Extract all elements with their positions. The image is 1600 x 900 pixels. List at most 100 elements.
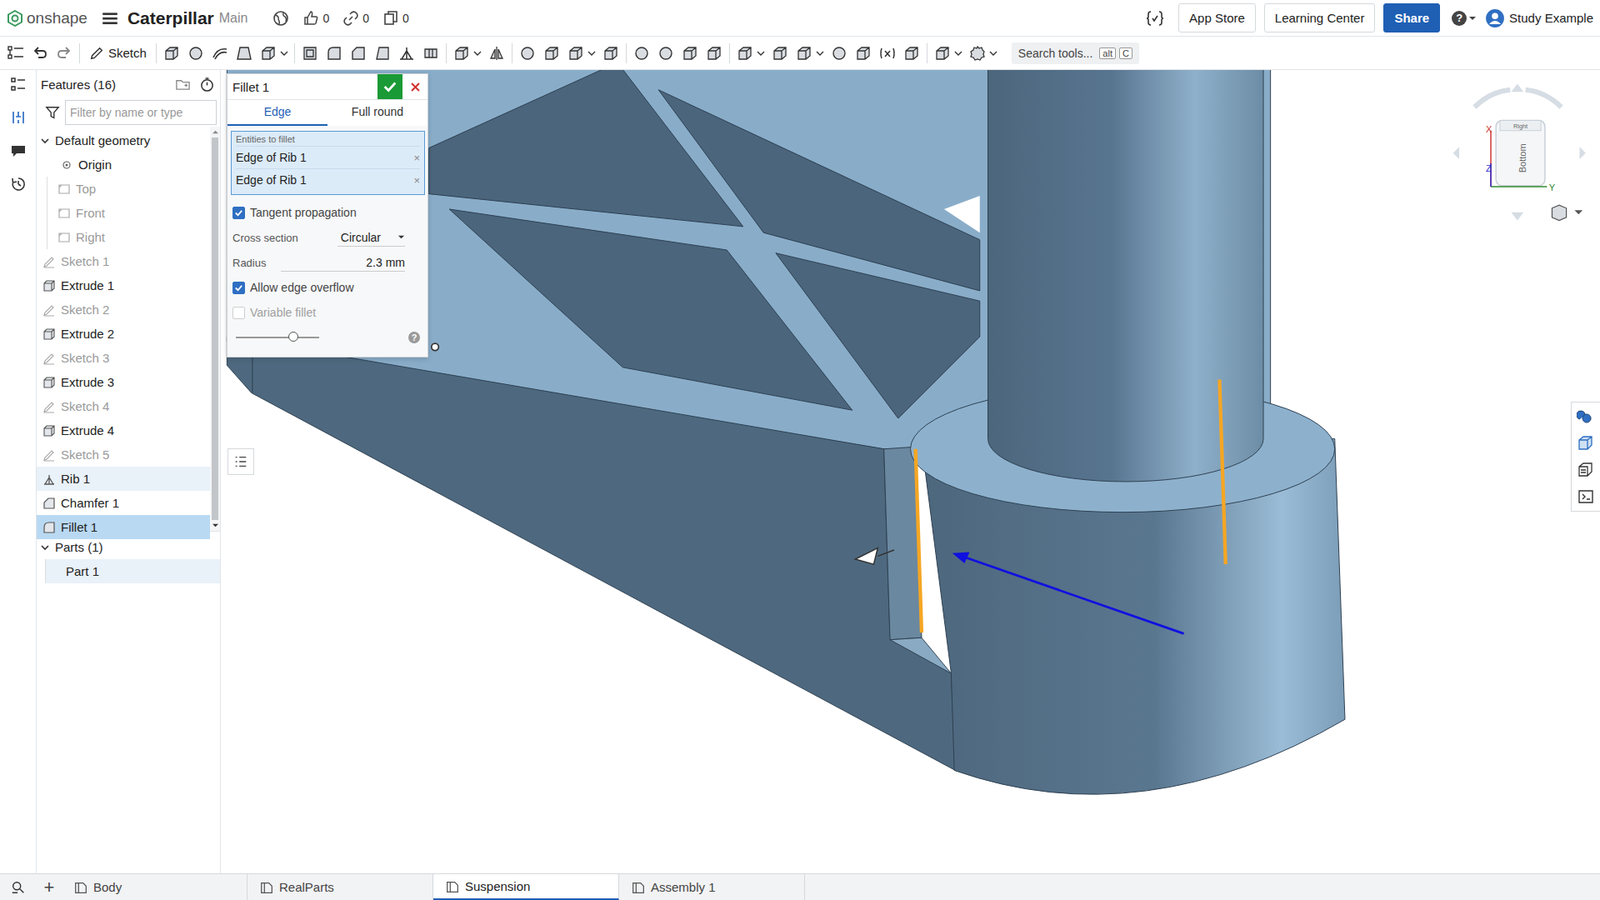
- tool-icon[interactable]: [421, 44, 440, 63]
- tool-icon[interactable]: [601, 44, 620, 63]
- checkbox-row[interactable]: Variable fillet: [230, 300, 425, 325]
- tool-icon[interactable]: [518, 44, 537, 63]
- entity-row[interactable]: Edge of Rib 1×: [235, 168, 420, 191]
- feature-list-icon[interactable]: [6, 44, 25, 63]
- tool-icon[interactable]: [878, 44, 897, 63]
- tool-icon[interactable]: [566, 44, 585, 63]
- tool-dropdown-icon[interactable]: [756, 49, 765, 58]
- sketch-button[interactable]: Sketch: [85, 45, 150, 61]
- filter-input[interactable]: Filter by name or type: [65, 100, 217, 125]
- panel-toggle-icon[interactable]: [9, 108, 28, 127]
- tool-icon[interactable]: [259, 44, 278, 63]
- manipulator-arrow[interactable]: [855, 548, 878, 565]
- counter[interactable]: 0: [302, 10, 330, 27]
- document-tab[interactable]: Body: [61, 874, 248, 900]
- tool-dropdown-icon[interactable]: [815, 49, 825, 58]
- feature-item[interactable]: Sketch 4: [36, 394, 210, 419]
- tool-icon[interactable]: [210, 44, 230, 63]
- remove-entity-button[interactable]: ×: [413, 174, 420, 187]
- tool-dropdown-icon[interactable]: [473, 49, 482, 58]
- tool-icon[interactable]: [397, 44, 416, 63]
- scroll-thumb[interactable]: [211, 137, 219, 520]
- appearance-icon[interactable]: [1576, 487, 1595, 506]
- add-tab-button[interactable]: +: [36, 874, 62, 900]
- tool-icon[interactable]: [705, 44, 724, 63]
- hamburger-menu-icon[interactable]: [100, 9, 120, 28]
- feature-item[interactable]: Sketch 2: [36, 297, 210, 322]
- selected-edge[interactable]: [915, 449, 922, 633]
- tool-icon[interactable]: [968, 44, 987, 63]
- feature-item[interactable]: Rib 1: [36, 466, 210, 491]
- tool-icon[interactable]: [830, 44, 849, 63]
- tool-dropdown-icon[interactable]: [954, 49, 963, 58]
- tool-icon[interactable]: [632, 44, 651, 63]
- top-button[interactable]: Learning Center: [1264, 3, 1376, 33]
- redo-icon[interactable]: [55, 44, 74, 63]
- cross-section-select[interactable]: Circular: [337, 229, 405, 247]
- entities-box[interactable]: Entities to filletEdge of Rib 1×Edge of …: [230, 130, 425, 195]
- tool-icon[interactable]: [349, 44, 368, 63]
- feature-item[interactable]: Sketch 3: [36, 345, 210, 370]
- feature-item[interactable]: Top: [46, 176, 210, 201]
- tool-icon[interactable]: [235, 44, 254, 63]
- feature-item[interactable]: Extrude 2: [36, 321, 210, 346]
- tool-icon[interactable]: [452, 44, 471, 63]
- help-menu[interactable]: ?: [1451, 10, 1477, 26]
- help-button[interactable]: ?: [408, 331, 420, 344]
- direction-arrow[interactable]: [952, 551, 1185, 634]
- counter[interactable]: 0: [342, 10, 370, 27]
- brand[interactable]: onshape: [6, 9, 88, 28]
- document-tab[interactable]: Assembly 1: [619, 874, 805, 900]
- feature-item[interactable]: Fillet 1: [36, 515, 210, 540]
- selected-edge[interactable]: [1219, 379, 1225, 565]
- rollback-timer-icon[interactable]: [199, 76, 215, 93]
- document-title[interactable]: Caterpillar: [127, 8, 215, 29]
- part-item[interactable]: Part 1: [45, 559, 220, 584]
- tool-icon[interactable]: [854, 44, 873, 63]
- appearance-icon[interactable]: [1576, 460, 1595, 480]
- slider-thumb[interactable]: [288, 331, 299, 342]
- scrollbar[interactable]: [210, 126, 220, 531]
- filter-icon[interactable]: [45, 105, 60, 120]
- entity-row[interactable]: Edge of Rib 1×: [235, 145, 420, 169]
- panel-toggle-icon[interactable]: [9, 175, 28, 194]
- feature-item[interactable]: Chamfer 1: [36, 490, 210, 515]
- feature-item[interactable]: Extrude 1: [36, 273, 210, 298]
- globe-icon[interactable]: [272, 10, 290, 27]
- search-tools[interactable]: Search tools...altC: [1011, 42, 1140, 65]
- model-body[interactable]: [226, 70, 1345, 795]
- add-folder-icon[interactable]: [175, 76, 191, 93]
- feature-item[interactable]: Origin: [36, 152, 210, 177]
- tool-icon[interactable]: [656, 44, 675, 63]
- checkbox-row[interactable]: Allow edge overflow: [230, 275, 425, 300]
- document-tab[interactable]: Suspension: [433, 874, 620, 900]
- view-cube[interactable]: RightBottomXZY: [1453, 83, 1586, 220]
- tab-manager-button[interactable]: [0, 874, 37, 900]
- checkbox[interactable]: [232, 206, 245, 220]
- tool-icon[interactable]: [186, 44, 205, 63]
- tool-icon[interactable]: [680, 44, 700, 63]
- tool-icon[interactable]: [795, 44, 814, 63]
- accept-button[interactable]: [377, 74, 403, 100]
- feature-item[interactable]: Extrude 3: [36, 370, 210, 395]
- remove-entity-button[interactable]: ×: [413, 151, 420, 165]
- tool-icon[interactable]: [373, 44, 392, 63]
- feature-item[interactable]: Sketch 1: [36, 249, 210, 274]
- tool-icon[interactable]: [902, 44, 921, 63]
- tool-dropdown-icon[interactable]: [587, 49, 596, 58]
- counter[interactable]: 0: [382, 10, 410, 27]
- tool-icon[interactable]: [542, 44, 561, 63]
- panel-toggle-icon[interactable]: [9, 141, 28, 160]
- dialog-title[interactable]: Fillet 1: [227, 80, 378, 95]
- expand-caret-icon[interactable]: [40, 135, 50, 146]
- tool-dropdown-icon[interactable]: [989, 49, 998, 58]
- undo-icon[interactable]: [30, 44, 50, 63]
- tool-icon[interactable]: [933, 44, 952, 63]
- tool-icon[interactable]: [300, 44, 320, 63]
- cancel-button[interactable]: [402, 74, 428, 100]
- parts-header[interactable]: Parts (1): [36, 535, 220, 560]
- scroll-down-icon[interactable]: [211, 521, 220, 530]
- feature-item[interactable]: Right: [46, 225, 210, 250]
- variable-studio-icon[interactable]: [1145, 10, 1165, 27]
- tool-icon[interactable]: [162, 44, 181, 63]
